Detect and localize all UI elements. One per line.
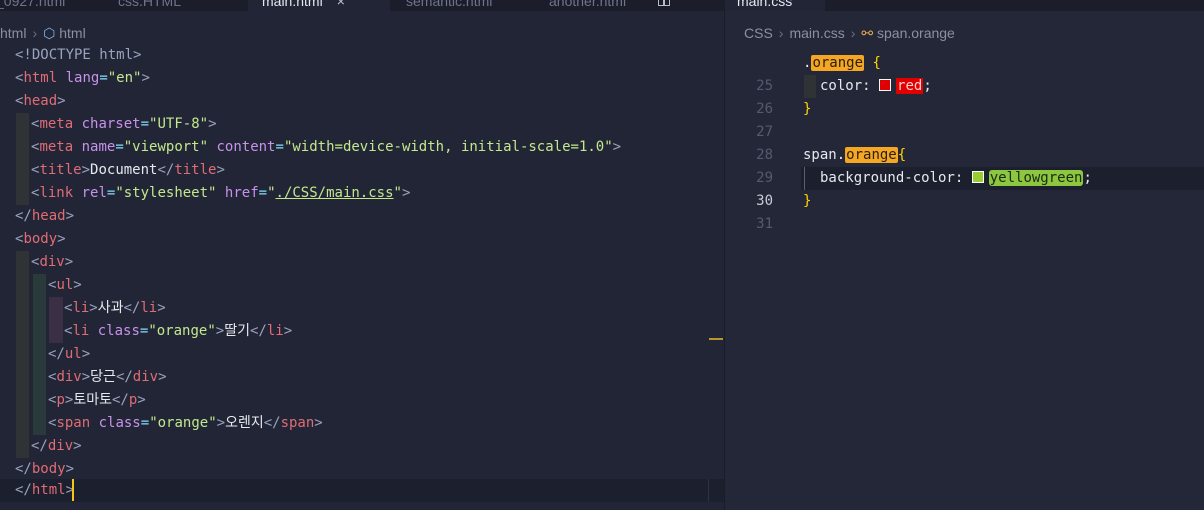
color-swatch[interactable] [971,171,984,183]
title-text: Document [90,162,158,178]
code-line: <div>당근</div> [0,366,724,389]
attr-value: "width=device-width, initial-scale=1.0" [283,139,613,155]
tab-label: another.html [549,0,627,9]
tab-another-html[interactable]: another.html [549,0,626,11]
span-text: 오렌지 [225,415,264,431]
li-text: 딸기 [224,323,250,339]
breadcrumb-item[interactable]: html [0,25,26,41]
code-line: <ul> [0,274,724,297]
tag-selector: span [803,147,837,163]
code-line: <p>토마토</p> [0,389,724,412]
code-line: <li class="orange">딸기</li> [0,320,724,343]
css-editor-pane: main.css CSS › main.css › ⚯ span.orange 25 .… [725,0,1204,510]
css-property: color: [820,78,871,94]
li-text: 사과 [97,300,124,316]
breadcrumb: html › ⬡ html [0,23,86,43]
code-line: 26 color: red; [725,75,1204,117]
attr-value: "UTF-8" [149,116,209,132]
line-number: 29 [756,170,773,186]
stylesheet-link[interactable]: ./CSS/main.css [276,185,394,201]
code-line: <li>사과</li> [0,297,724,320]
attr-value: "orange" [149,415,217,431]
tab-main-html[interactable]: main.html × [248,0,390,11]
scrollbar-marker [709,338,723,340]
tab-0927-html[interactable]: _0927.html [0,0,65,11]
doctype: <!DOCTYPE html> [15,47,142,63]
html-editor-pane: _0927.html css.HTML main.html × semantic.… [0,0,724,510]
p-text: 토마토 [73,392,112,408]
tab-css-html[interactable]: css.HTML [118,0,181,11]
code-line: <meta charset="UTF-8"> [0,113,724,136]
code-line: 28 [725,121,1204,163]
class-selector: orange [845,147,898,163]
css-property: background-color: [820,170,964,186]
code-line-current: 30 background-color: yellowgreen; [756,167,1204,209]
code-line: </head> [15,208,75,224]
text-cursor [72,479,74,501]
line-number: 31 [756,216,773,232]
tab-label: css.HTML [118,0,181,9]
css-value: red [896,78,924,94]
code-line: </body> [15,461,75,477]
code-line: <title>Document</title> [0,159,724,182]
tab-label: semantic.html [406,0,493,9]
tab-label: main.css [737,0,793,9]
color-swatch[interactable] [879,79,892,91]
breadcrumb-item[interactable]: main.css [789,25,844,41]
attr-value: "orange" [148,323,216,339]
code-line: 29 span.orange{ [725,144,1204,186]
code-line: <html lang="en"> [15,70,150,86]
tab-main-css[interactable]: main.css [725,0,825,11]
code-line: </ul> [0,343,724,366]
chevron-right-icon: › [778,25,784,41]
class-selector: orange [811,55,865,71]
code-line: <span class="orange">오렌지</span> [0,412,724,435]
tab-label: main.html [262,0,323,9]
code-line: 31 } [725,190,1204,232]
css-value: yellowgreen [988,170,1084,186]
attr-value: "en" [107,70,142,86]
div-text: 당근 [90,369,116,385]
code-line: <body> [15,231,66,247]
chevron-right-icon: › [32,25,38,41]
code-line: 27 } [725,98,1204,140]
cube-icon: ⬡ [43,25,56,41]
code-line: <head> [15,93,66,109]
breadcrumb-item[interactable]: html [59,25,85,41]
symbol-class-icon: ⚯ [861,25,874,41]
chevron-right-icon: › [850,25,856,41]
close-icon[interactable]: × [337,0,345,9]
code-line-current: </html> [0,479,724,502]
code-line: <link rel="stylesheet" href="./CSS/main.… [0,182,724,205]
tab-semantic-html[interactable]: semantic.html [406,0,492,11]
breadcrumb-item[interactable]: CSS [744,25,773,41]
tab-label: _0927.html [0,0,66,9]
attr-value: "viewport" [123,139,209,155]
left-tab-bar: _0927.html css.HTML main.html × semantic.… [0,0,724,11]
split-editor-icon[interactable] [658,0,670,6]
breadcrumb: CSS › main.css › ⚯ span.orange [744,23,955,43]
code-line: <meta name="viewport" content="width=dev… [0,136,724,159]
code-line: <!DOCTYPE html> [0,44,724,67]
scrollbar[interactable] [708,479,724,502]
right-tab-bar: main.css [725,0,1204,11]
code-line: 25 .orange { [725,52,1204,94]
code-line: <div> [0,251,724,274]
attr-value: "stylesheet" [115,185,217,201]
code-line: </div> [0,435,724,458]
breadcrumb-item[interactable]: span.orange [877,25,955,41]
